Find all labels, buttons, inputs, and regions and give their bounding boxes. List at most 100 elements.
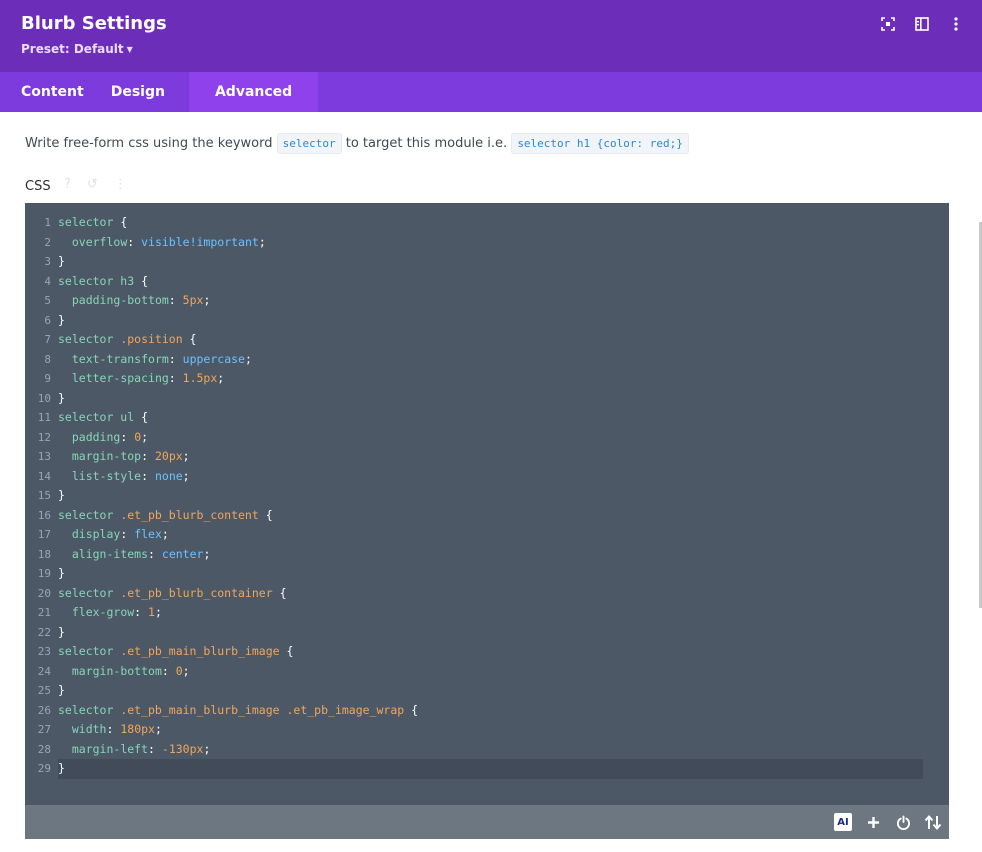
reset-icon[interactable]: ↺	[87, 177, 98, 192]
power-icon[interactable]	[894, 813, 912, 831]
code-token: margin-left	[71, 741, 149, 756]
code-line[interactable]: display: flex;	[58, 525, 923, 545]
code-line[interactable]: padding-bottom: 5px;	[58, 291, 923, 311]
more-icon[interactable]: ⋮	[114, 177, 127, 192]
line-number: 22	[37, 625, 51, 639]
code-line[interactable]: margin-left: -130px;	[58, 740, 923, 760]
code-line[interactable]: selector .et_pb_main_blurb_image .et_pb_…	[58, 701, 923, 721]
code-lines[interactable]: selector { overflow: visible!important;}…	[58, 213, 923, 779]
code-token: padding-bottom	[71, 293, 169, 307]
code-line[interactable]: selector .et_pb_blurb_content {	[58, 506, 923, 526]
code-token: :	[168, 293, 183, 307]
code-token: flex-grow	[71, 605, 135, 619]
code-token: ;	[154, 605, 162, 619]
code-line[interactable]: }	[58, 389, 923, 409]
keyword-chip: selector	[276, 133, 342, 154]
sort-icon[interactable]	[924, 813, 942, 831]
line-number: 15	[37, 489, 51, 502]
code-line[interactable]: align-items: center;	[58, 545, 923, 565]
code-line[interactable]: margin-bottom: 0;	[58, 662, 923, 682]
plus-icon[interactable]	[864, 813, 882, 831]
code-line[interactable]: list-style: none;	[58, 467, 923, 487]
code-line[interactable]: selector .et_pb_blurb_container {	[58, 584, 923, 604]
ai-icon[interactable]: AI	[834, 813, 852, 831]
code-line[interactable]: }	[58, 759, 923, 779]
code-line[interactable]: }	[58, 681, 923, 701]
example-chip: selector h1 {color: red;}	[511, 133, 689, 154]
code-line[interactable]: selector .et_pb_main_blurb_image {	[58, 642, 923, 662]
code-line[interactable]: selector {	[58, 213, 923, 233]
line-number: 18	[37, 547, 51, 561]
code-token: selector	[58, 332, 121, 346]
tab-advanced[interactable]: Advanced	[188, 72, 319, 112]
code-token: margin-bottom	[71, 663, 162, 678]
code-token: ;	[203, 741, 211, 756]
code-token: selector	[58, 702, 121, 717]
modal-title: Blurb Settings	[21, 13, 167, 34]
line-number: 19	[37, 567, 51, 580]
expand-icon[interactable]	[878, 14, 898, 34]
code-line[interactable]: }	[58, 564, 923, 584]
code-line[interactable]: margin-top: 20px;	[58, 447, 923, 467]
line-number: 4	[44, 274, 51, 288]
line-number: 1	[44, 216, 51, 229]
code-line[interactable]: }	[58, 623, 923, 643]
code-token: margin-top	[71, 449, 142, 463]
code-token: :	[168, 351, 183, 366]
code-line[interactable]: selector ul {	[58, 408, 923, 428]
code-token: ;	[182, 663, 190, 678]
code-token: :	[120, 527, 135, 541]
preset-dropdown[interactable]: Preset: Default ▼	[21, 42, 133, 56]
code-line[interactable]: selector .position {	[58, 330, 923, 350]
code-token: :	[148, 741, 162, 756]
help-icon[interactable]: ?	[64, 177, 71, 192]
code-line[interactable]: flex-grow: 1;	[58, 603, 923, 623]
line-number: 29	[37, 762, 51, 775]
code-line[interactable]: overflow: visible!important;	[58, 233, 923, 253]
code-line[interactable]: }	[58, 252, 923, 272]
code-token: selector ul	[58, 410, 135, 424]
code-line[interactable]: }	[58, 486, 923, 506]
tab-content[interactable]: Content	[0, 72, 105, 112]
code-token: }	[58, 566, 65, 580]
code-token: center	[161, 546, 204, 561]
code-token: width	[71, 722, 107, 736]
more-vertical-icon[interactable]	[946, 14, 966, 34]
code-token: }	[58, 312, 65, 327]
code-line[interactable]: }	[58, 311, 923, 331]
code-token: ;	[203, 546, 211, 561]
description-text-before: Write free-form css using the keyword	[25, 136, 273, 151]
code-token: flex	[134, 527, 162, 541]
tab-design[interactable]: Design	[105, 72, 189, 112]
code-token: uppercase	[182, 351, 245, 366]
code-token: letter-spacing	[71, 371, 169, 385]
line-number: 27	[37, 723, 51, 736]
code-token: visible!important	[141, 234, 259, 249]
sidebar-toggle-icon[interactable]	[912, 14, 932, 34]
code-token: ;	[141, 429, 149, 444]
code-line[interactable]: text-transform: uppercase;	[58, 350, 923, 370]
code-line[interactable]: width: 180px;	[58, 720, 923, 740]
code-token: {	[113, 215, 128, 229]
code-line[interactable]: selector h3 {	[58, 272, 923, 292]
line-number: 3	[44, 255, 51, 268]
code-token: .et_pb_main_blurb_image .et_pb_image_wra…	[120, 702, 405, 717]
code-line[interactable]: letter-spacing: 1.5px;	[58, 369, 923, 389]
line-number: 28	[37, 742, 51, 756]
line-number: 10	[37, 391, 51, 405]
code-token: -130px	[161, 741, 204, 756]
code-token: .et_pb_main_blurb_image	[120, 644, 280, 658]
line-number: 2	[44, 235, 51, 249]
css-code-editor[interactable]: 1 2 3 4 5 6 7 8 9 10 11 12 13 14 15 16 17 18 19 20 21 22 23 24 2…	[25, 203, 949, 805]
code-token: display	[71, 527, 121, 541]
code-token: :	[141, 449, 155, 463]
code-line[interactable]: padding: 0;	[58, 428, 923, 448]
code-token: 5px	[182, 293, 204, 307]
code-token: }	[58, 254, 65, 268]
code-token: ;	[217, 371, 225, 385]
